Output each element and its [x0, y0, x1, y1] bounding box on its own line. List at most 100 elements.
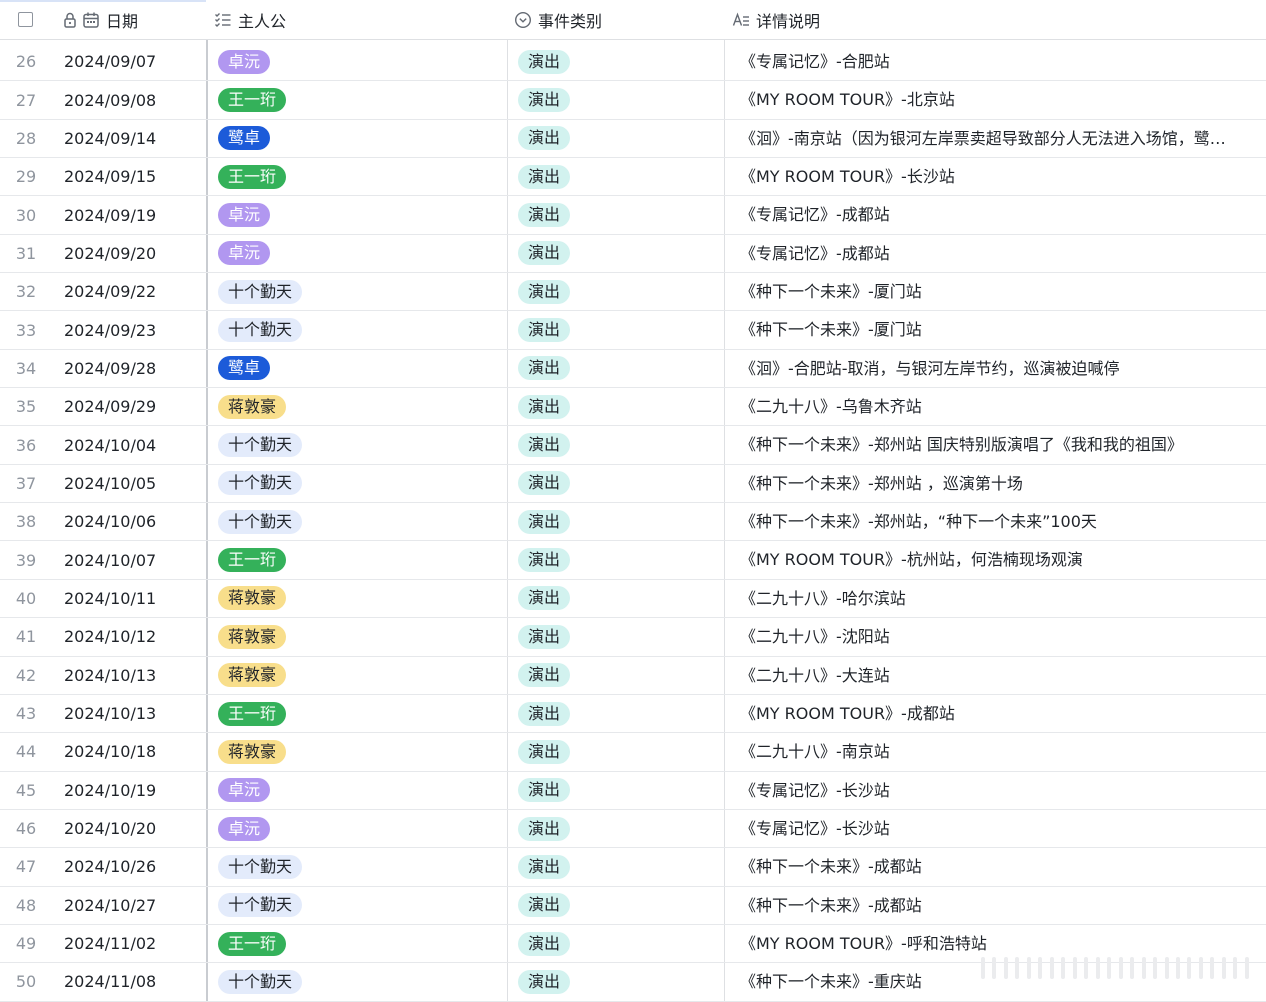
- type-cell[interactable]: 演出: [518, 43, 718, 80]
- table-row[interactable]: 45 2024/10/19 卓沅 演出 《专属记忆》-长沙站: [0, 772, 1266, 810]
- description-cell[interactable]: 《二九十八》-南京站: [740, 733, 1246, 770]
- date-cell[interactable]: 2024/09/15: [64, 158, 204, 195]
- host-cell[interactable]: 蒋敦豪: [218, 388, 503, 425]
- description-cell[interactable]: 《洄》-合肥站-取消，与银河左岸节约，巡演被迫喊停: [740, 350, 1246, 387]
- date-cell[interactable]: 2024/10/12: [64, 618, 204, 655]
- table-row[interactable]: 37 2024/10/05 十个勤天 演出 《种下一个未来》-郑州站 ，巡演第十场: [0, 465, 1266, 504]
- host-cell[interactable]: 王一珩: [218, 695, 503, 732]
- host-cell[interactable]: 卓沅: [218, 235, 503, 272]
- table-row[interactable]: 27 2024/09/08 王一珩 演出 《MY ROOM TOUR》-北京站: [0, 81, 1266, 120]
- type-cell[interactable]: 演出: [518, 618, 718, 655]
- horizontal-scrollbar[interactable]: [975, 952, 1255, 984]
- date-cell[interactable]: 2024/10/13: [64, 657, 204, 694]
- date-cell[interactable]: 2024/09/20: [64, 235, 204, 272]
- date-cell[interactable]: 2024/10/07: [64, 541, 204, 578]
- description-cell[interactable]: 《种下一个未来》-成都站: [740, 887, 1246, 924]
- date-cell[interactable]: 2024/11/02: [64, 925, 204, 962]
- type-cell[interactable]: 演出: [518, 925, 718, 962]
- host-cell[interactable]: 十个勤天: [218, 887, 503, 924]
- description-cell[interactable]: 《MY ROOM TOUR》-杭州站，何浩楠现场观演: [740, 541, 1246, 578]
- date-cell[interactable]: 2024/10/06: [64, 503, 204, 540]
- table-row[interactable]: 38 2024/10/06 十个勤天 演出 《种下一个未来》-郑州站，“种下一个未来”1…: [0, 503, 1266, 542]
- date-cell[interactable]: 2024/10/18: [64, 733, 204, 770]
- host-cell[interactable]: 蒋敦豪: [218, 580, 503, 617]
- date-cell[interactable]: 2024/10/26: [64, 848, 204, 885]
- type-cell[interactable]: 演出: [518, 465, 718, 502]
- table-row[interactable]: 40 2024/10/11 蒋敦豪 演出 《二九十八》-哈尔滨站: [0, 580, 1266, 619]
- description-cell[interactable]: 《种下一个未来》-厦门站: [740, 311, 1246, 348]
- host-cell[interactable]: 十个勤天: [218, 426, 503, 463]
- host-cell[interactable]: 蒋敦豪: [218, 733, 503, 770]
- type-cell[interactable]: 演出: [518, 772, 718, 809]
- date-cell[interactable]: 2024/10/20: [64, 810, 204, 847]
- host-cell[interactable]: 十个勤天: [218, 311, 503, 348]
- table-row[interactable]: 29 2024/09/15 王一珩 演出 《MY ROOM TOUR》-长沙站: [0, 158, 1266, 197]
- table-row[interactable]: 32 2024/09/22 十个勤天 演出 《种下一个未来》-厦门站: [0, 273, 1266, 312]
- description-cell[interactable]: 《种下一个未来》-郑州站 ，巡演第十场: [740, 465, 1246, 502]
- type-cell[interactable]: 演出: [518, 196, 718, 233]
- description-cell[interactable]: 《MY ROOM TOUR》-北京站: [740, 81, 1246, 118]
- table-row[interactable]: 41 2024/10/12 蒋敦豪 演出 《二九十八》-沈阳站: [0, 618, 1266, 657]
- date-cell[interactable]: 2024/09/28: [64, 350, 204, 387]
- host-cell[interactable]: 王一珩: [218, 541, 503, 578]
- type-cell[interactable]: 演出: [518, 311, 718, 348]
- type-cell[interactable]: 演出: [518, 695, 718, 732]
- column-header-desc[interactable]: 详情说明: [732, 0, 1252, 39]
- table-row[interactable]: 28 2024/09/14 鹭卓 演出 《洄》-南京站（因为银河左岸票卖超导致部分人无法…: [0, 120, 1266, 159]
- host-cell[interactable]: 蒋敦豪: [218, 657, 503, 694]
- date-cell[interactable]: 2024/09/29: [64, 388, 204, 425]
- description-cell[interactable]: 《二九十八》-乌鲁木齐站: [740, 388, 1246, 425]
- description-cell[interactable]: 《种下一个未来》-成都站: [740, 848, 1246, 885]
- date-cell[interactable]: 2024/10/19: [64, 772, 204, 809]
- description-cell[interactable]: 《专属记忆》-成都站: [740, 235, 1246, 272]
- type-cell[interactable]: 演出: [518, 733, 718, 770]
- table-row[interactable]: 48 2024/10/27 十个勤天 演出 《种下一个未来》-成都站: [0, 887, 1266, 925]
- host-cell[interactable]: 王一珩: [218, 158, 503, 195]
- host-cell[interactable]: 卓沅: [218, 43, 503, 80]
- date-cell[interactable]: 2024/09/07: [64, 43, 204, 80]
- description-cell[interactable]: 《种下一个未来》-郑州站，“种下一个未来”100天: [740, 503, 1246, 540]
- date-cell[interactable]: 2024/09/22: [64, 273, 204, 310]
- date-cell[interactable]: 2024/11/08: [64, 963, 204, 1000]
- table-row[interactable]: 34 2024/09/28 鹭卓 演出 《洄》-合肥站-取消，与银河左岸节约，巡演被迫喊…: [0, 350, 1266, 389]
- type-cell[interactable]: 演出: [518, 426, 718, 463]
- table-row[interactable]: 43 2024/10/13 王一珩 演出 《MY ROOM TOUR》-成都站: [0, 695, 1266, 734]
- host-cell[interactable]: 卓沅: [218, 196, 503, 233]
- host-cell[interactable]: 王一珩: [218, 81, 503, 118]
- host-cell[interactable]: 鹭卓: [218, 120, 503, 157]
- description-cell[interactable]: 《种下一个未来》-郑州站 国庆特别版演唱了《我和我的祖国》: [740, 426, 1246, 463]
- host-cell[interactable]: 十个勤天: [218, 963, 503, 1000]
- description-cell[interactable]: 《专属记忆》-长沙站: [740, 810, 1246, 847]
- type-cell[interactable]: 演出: [518, 848, 718, 885]
- type-cell[interactable]: 演出: [518, 81, 718, 118]
- type-cell[interactable]: 演出: [518, 541, 718, 578]
- type-cell[interactable]: 演出: [518, 503, 718, 540]
- table-row[interactable]: 42 2024/10/13 蒋敦豪 演出 《二九十八》-大连站: [0, 657, 1266, 695]
- host-cell[interactable]: 十个勤天: [218, 465, 503, 502]
- date-cell[interactable]: 2024/09/23: [64, 311, 204, 348]
- date-cell[interactable]: 2024/10/05: [64, 465, 204, 502]
- type-cell[interactable]: 演出: [518, 350, 718, 387]
- host-cell[interactable]: 十个勤天: [218, 848, 503, 885]
- description-cell[interactable]: 《专属记忆》-长沙站: [740, 772, 1246, 809]
- date-cell[interactable]: 2024/09/08: [64, 81, 204, 118]
- host-cell[interactable]: 十个勤天: [218, 273, 503, 310]
- description-cell[interactable]: 《种下一个未来》-厦门站: [740, 273, 1246, 310]
- table-row[interactable]: 36 2024/10/04 十个勤天 演出 《种下一个未来》-郑州站 国庆特别版演唱了《…: [0, 426, 1266, 465]
- date-cell[interactable]: 2024/10/13: [64, 695, 204, 732]
- host-cell[interactable]: 卓沅: [218, 810, 503, 847]
- column-header-host[interactable]: 主人公: [214, 0, 504, 39]
- description-cell[interactable]: 《二九十八》-哈尔滨站: [740, 580, 1246, 617]
- table-row[interactable]: 46 2024/10/20 卓沅 演出 《专属记忆》-长沙站: [0, 810, 1266, 849]
- description-cell[interactable]: 《二九十八》-沈阳站: [740, 618, 1246, 655]
- table-row[interactable]: 30 2024/09/19 卓沅 演出 《专属记忆》-成都站: [0, 196, 1266, 235]
- date-cell[interactable]: 2024/09/19: [64, 196, 204, 233]
- table-row[interactable]: 35 2024/09/29 蒋敦豪 演出 《二九十八》-乌鲁木齐站: [0, 388, 1266, 427]
- date-cell[interactable]: 2024/09/14: [64, 120, 204, 157]
- date-cell[interactable]: 2024/10/27: [64, 887, 204, 924]
- description-cell[interactable]: 《洄》-南京站（因为银河左岸票卖超导致部分人无法进入场馆，鹭…: [740, 120, 1246, 157]
- description-cell[interactable]: 《专属记忆》-合肥站: [740, 43, 1246, 80]
- host-cell[interactable]: 蒋敦豪: [218, 618, 503, 655]
- table-row[interactable]: 47 2024/10/26 十个勤天 演出 《种下一个未来》-成都站: [0, 848, 1266, 887]
- column-header-type[interactable]: 事件类别: [514, 0, 720, 39]
